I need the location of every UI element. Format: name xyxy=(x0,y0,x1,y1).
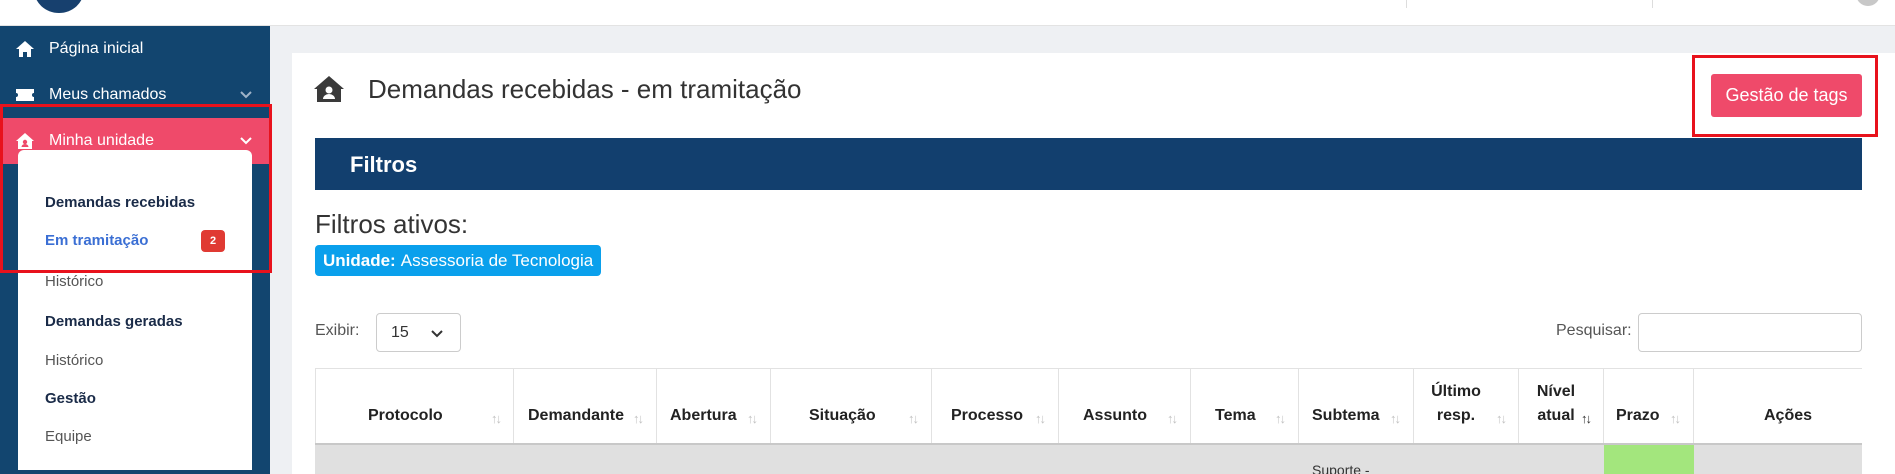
topbar-divider xyxy=(1652,0,1653,8)
submenu-item-historico-recebidas[interactable]: Histórico xyxy=(45,273,103,290)
column-header-tema[interactable]: Tema ↑↓ xyxy=(1191,368,1299,444)
column-header-protocolo[interactable]: Protocolo ↑↓ xyxy=(315,368,514,444)
tag-management-button[interactable]: Gestão de tags xyxy=(1711,74,1862,117)
column-header-subtema[interactable]: Subtema ↑↓ xyxy=(1299,368,1414,444)
submenu-item-historico-geradas[interactable]: Histórico xyxy=(45,352,103,369)
submenu-section-gestao: Gestão xyxy=(45,390,96,407)
submenu-section-demandas-geradas: Demandas geradas xyxy=(45,313,183,330)
ticket-icon xyxy=(14,85,36,105)
column-header-prazo[interactable]: Prazo ↑↓ xyxy=(1604,368,1694,444)
chevron-down-icon xyxy=(240,137,252,145)
sort-icon: ↑↓ xyxy=(1275,411,1286,426)
sort-icon: ↑↓ xyxy=(1035,411,1046,426)
column-header-situacao[interactable]: Situação ↑↓ xyxy=(771,368,932,444)
unit-home-icon xyxy=(14,131,36,151)
submenu-section-demandas-recebidas: Demandas recebidas xyxy=(45,194,196,211)
sidebar-item-label: Minha unidade xyxy=(49,132,154,149)
submenu-item-em-tramitacao[interactable]: Em tramitação xyxy=(45,232,148,249)
sidebar-item-label: Página inicial xyxy=(49,40,144,57)
column-header-acoes: Ações xyxy=(1764,407,1813,424)
sort-icon: ↑↓ xyxy=(1167,411,1178,426)
column-header-processo[interactable]: Processo ↑↓ xyxy=(932,368,1059,444)
sidebar-item-home[interactable]: Página inicial xyxy=(0,26,270,72)
page-size-value: 15 xyxy=(391,324,409,341)
top-bar xyxy=(0,0,1895,26)
sidebar-item-label: Meus chamados xyxy=(49,86,167,103)
sidebar-item-chamados[interactable]: Meus chamados xyxy=(0,72,270,118)
page-size-label: Exibir: xyxy=(315,322,360,339)
active-filter-chip: Unidade: Assessoria de Tecnologia xyxy=(315,245,602,276)
chip-key: Unidade: xyxy=(323,250,396,270)
sort-icon: ↑↓ xyxy=(747,411,758,426)
column-header-nivel-atual[interactable]: Nível atual ↑↓ xyxy=(1519,368,1604,444)
chevron-down-icon xyxy=(240,91,252,99)
filters-panel-header[interactable]: Filtros xyxy=(315,138,1862,190)
chip-value: Assessoria de Tecnologia xyxy=(400,250,594,270)
page-size-select[interactable]: 15 xyxy=(376,313,461,352)
sort-icon: ↑↓ xyxy=(1670,411,1681,426)
logo[interactable] xyxy=(34,0,84,13)
chevron-down-icon xyxy=(431,330,443,338)
search-input[interactable] xyxy=(1638,313,1862,352)
sort-icon: ↑↓ xyxy=(491,411,502,426)
search-label: Pesquisar: xyxy=(1556,322,1632,339)
count-badge: 2 xyxy=(201,230,225,252)
page-title: Demandas recebidas - em tramitação xyxy=(368,74,802,104)
home-icon xyxy=(14,39,36,59)
table-cell-subtema: Suporte - xyxy=(1312,462,1370,474)
topbar-divider xyxy=(1406,0,1407,8)
filters-title: Filtros xyxy=(350,152,418,177)
deadline-status-cell xyxy=(1604,445,1694,474)
column-header-demandante[interactable]: Demandante ↑↓ xyxy=(514,368,657,444)
submenu-item-equipe[interactable]: Equipe xyxy=(45,428,92,445)
sort-icon: ↑↓ xyxy=(1390,411,1401,426)
column-header-abertura[interactable]: Abertura ↑↓ xyxy=(657,368,771,444)
column-header-assunto[interactable]: Assunto ↑↓ xyxy=(1059,368,1191,444)
sort-asc-icon: ↑↓ xyxy=(1581,411,1592,426)
sort-icon: ↑↓ xyxy=(908,411,919,426)
column-header-ultimo-resp[interactable]: Último resp. ↑↓ xyxy=(1414,368,1519,444)
unit-home-icon xyxy=(313,75,345,108)
active-filters-label: Filtros ativos: xyxy=(315,209,469,239)
sort-icon: ↑↓ xyxy=(1496,411,1507,426)
avatar[interactable] xyxy=(1856,0,1880,6)
sort-icon: ↑↓ xyxy=(633,411,644,426)
